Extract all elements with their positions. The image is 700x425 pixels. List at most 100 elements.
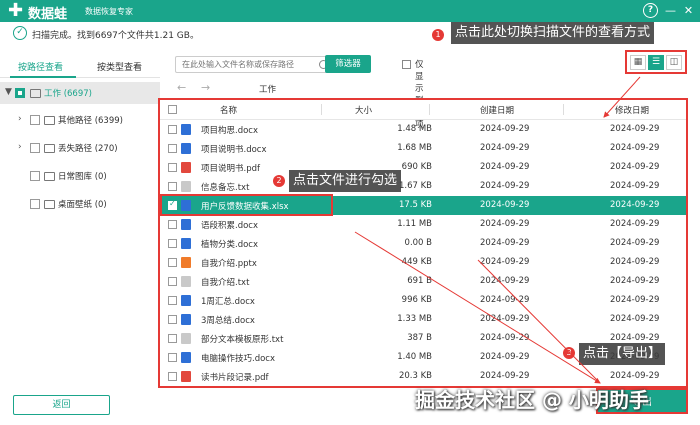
tab-by-type[interactable]: 按类型查看 <box>97 60 142 73</box>
tree-item-label: 工作 (6697) <box>44 89 92 99</box>
preview-view-icon[interactable]: ◫ <box>666 55 682 70</box>
row-checkbox[interactable] <box>168 144 177 153</box>
table-row[interactable]: 语段积累.docx 1.11 MB 2024-09-29 2024-09-29 <box>160 215 686 234</box>
view-tabs: 按路径查看 按类型查看 <box>0 56 160 78</box>
modified-date: 2024-09-29 <box>610 257 660 267</box>
annotation-text: 点击文件进行勾选 <box>289 170 402 192</box>
table-header: 名称 大小 创建日期 修改日期 <box>160 100 686 120</box>
docx-file-icon <box>181 124 191 135</box>
tree-checkbox[interactable] <box>30 143 40 153</box>
modified-date: 2024-09-29 <box>610 181 660 191</box>
modified-date: 2024-09-29 <box>610 276 660 286</box>
breadcrumb[interactable]: 工作 <box>259 83 276 95</box>
tree-checkbox[interactable] <box>15 88 25 98</box>
expand-arrow-icon[interactable]: ▼ <box>5 87 12 97</box>
minimize-button[interactable]: — <box>663 3 678 18</box>
forward-arrow-icon[interactable]: → <box>201 81 210 94</box>
expand-arrow-icon[interactable]: › <box>18 142 22 152</box>
row-checkbox[interactable] <box>168 220 177 229</box>
select-all-checkbox[interactable] <box>168 105 177 114</box>
app-subtitle: 数据恢复专家 <box>85 7 133 16</box>
row-checkbox[interactable] <box>168 182 177 191</box>
pptx-file-icon <box>181 257 191 268</box>
active-tab-indicator <box>10 76 76 78</box>
row-checkbox[interactable] <box>168 296 177 305</box>
tree-checkbox[interactable] <box>30 171 40 181</box>
only-deleted-checkbox[interactable] <box>402 60 411 69</box>
column-size[interactable]: 大小 <box>355 104 372 116</box>
tree-item-label: 其他路径 (6399) <box>58 116 123 126</box>
docx-file-icon <box>181 143 191 154</box>
tree-item-desktop-wallpaper[interactable]: 桌面壁纸 (0) <box>0 193 160 215</box>
file-size: 1.68 MB <box>397 143 432 153</box>
row-checkbox[interactable] <box>168 334 177 343</box>
row-checkbox[interactable] <box>168 239 177 248</box>
created-date: 2024-09-29 <box>480 295 530 305</box>
back-button[interactable]: 返回 <box>13 395 110 415</box>
column-divider <box>321 104 322 115</box>
back-arrow-icon[interactable]: ← <box>177 81 186 94</box>
tree-item-label: 丢失路径 (270) <box>58 144 118 154</box>
app-logo-icon: ✚ <box>8 0 24 21</box>
table-row[interactable]: 自我介绍.pptx 449 KB 2024-09-29 2024-09-29 <box>160 253 686 272</box>
help-button[interactable]: ? <box>643 3 658 18</box>
row-checkbox[interactable] <box>168 277 177 286</box>
row-checkbox[interactable] <box>168 258 177 267</box>
table-row[interactable]: 项目说明书.docx 1.68 MB 2024-09-29 2024-09-29 <box>160 139 686 158</box>
tree-item-work[interactable]: ▼ 工作 (6697) <box>0 82 160 104</box>
file-size: 387 B <box>407 333 432 343</box>
tree-checkbox[interactable] <box>30 199 40 209</box>
row-checkbox[interactable] <box>168 372 177 381</box>
table-row[interactable]: 3周总结.docx 1.33 MB 2024-09-29 2024-09-29 <box>160 310 686 329</box>
tree-item-other-paths[interactable]: › 其他路径 (6399) <box>0 109 160 131</box>
file-name: 自我介绍.txt <box>201 278 250 288</box>
close-button[interactable]: ✕ <box>681 3 696 18</box>
created-date: 2024-09-29 <box>480 219 530 229</box>
list-view-icon[interactable]: ☰ <box>648 55 664 70</box>
table-row[interactable]: 自我介绍.txt 691 B 2024-09-29 2024-09-29 <box>160 272 686 291</box>
file-name: 读书片段记录.pdf <box>201 373 269 383</box>
tree-item-lost-paths[interactable]: › 丢失路径 (270) <box>0 137 160 159</box>
file-name: 语段积累.docx <box>201 221 259 231</box>
table-row[interactable]: 1周汇总.docx 996 KB 2024-09-29 2024-09-29 <box>160 291 686 310</box>
file-size: 20.3 KB <box>398 371 432 381</box>
modified-date: 2024-09-29 <box>610 143 660 153</box>
column-created[interactable]: 创建日期 <box>480 104 514 116</box>
filter-button[interactable]: 筛选器 <box>325 55 371 73</box>
row-checkbox[interactable] <box>168 163 177 172</box>
modified-date: 2024-09-29 <box>610 371 660 381</box>
docx-file-icon <box>181 314 191 325</box>
file-name: 1周汇总.docx <box>201 297 255 307</box>
file-size: 690 KB <box>401 162 432 172</box>
modified-date: 2024-09-29 <box>610 295 660 305</box>
created-date: 2024-09-29 <box>480 352 530 362</box>
row-checkbox[interactable] <box>168 315 177 324</box>
created-date: 2024-09-29 <box>480 162 530 172</box>
column-modified[interactable]: 修改日期 <box>615 104 649 116</box>
grid-view-icon[interactable]: ▦ <box>630 55 646 70</box>
folder-icon <box>44 116 55 125</box>
file-size: 1.33 MB <box>397 314 432 324</box>
txt-file-icon <box>181 181 191 192</box>
view-mode-group: ▦ ☰ ◫ <box>625 50 687 74</box>
modified-date: 2024-09-29 <box>610 124 660 134</box>
created-date: 2024-09-29 <box>480 257 530 267</box>
tree-checkbox[interactable] <box>30 115 40 125</box>
tree-item-label: 桌面壁纸 (0) <box>58 200 107 210</box>
search-input[interactable] <box>182 60 302 69</box>
row-checkbox[interactable] <box>168 125 177 134</box>
file-size: 17.5 KB <box>398 200 432 210</box>
annotation-number: 3 <box>563 347 575 359</box>
tab-by-path[interactable]: 按路径查看 <box>18 60 63 73</box>
pdf-file-icon <box>181 371 191 382</box>
search-box[interactable] <box>175 56 335 73</box>
column-name[interactable]: 名称 <box>220 104 237 116</box>
expand-arrow-icon[interactable]: › <box>18 114 22 124</box>
table-row[interactable]: 项目构思.docx 1.48 MB 2024-09-29 2024-09-29 <box>160 120 686 139</box>
row-checkbox[interactable] <box>168 353 177 362</box>
annotation-text: 点击此处切换扫描文件的查看方式 <box>451 22 655 44</box>
created-date: 2024-09-29 <box>480 143 530 153</box>
table-row[interactable]: 项目说明书.pdf 690 KB 2024-09-29 2024-09-29 <box>160 158 686 177</box>
table-row[interactable]: 植物分类.docx 0.00 B 2024-09-29 2024-09-29 <box>160 234 686 253</box>
tree-item-daily-gallery[interactable]: 日常图库 (0) <box>0 165 160 187</box>
